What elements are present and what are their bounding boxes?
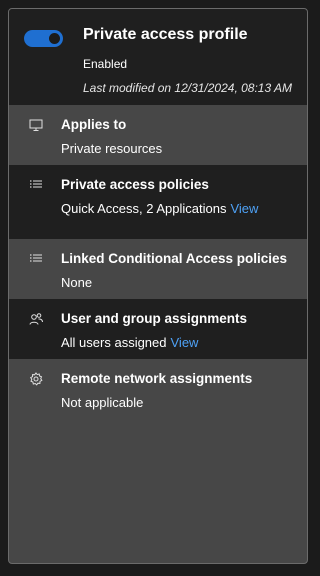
list-icon [28, 177, 44, 193]
users-icon [28, 311, 44, 327]
section-value: All users assigned [61, 335, 167, 350]
section-value: Private resources [61, 141, 163, 156]
gear-icon [28, 371, 44, 387]
section-value-line: Quick Access, 2 Applications View [61, 201, 258, 216]
private-access-profile-card: Private access profile Enabled Last modi… [8, 8, 308, 564]
section-value: Quick Access, 2 Applications [61, 201, 227, 216]
view-policies-link[interactable]: View [230, 201, 258, 216]
section-remote-network-assignments: Remote network assignments Not applicabl… [9, 359, 307, 419]
profile-status: Enabled [83, 57, 128, 71]
list-icon [28, 251, 44, 267]
section-label: Linked Conditional Access policies [61, 251, 288, 266]
section-value: None [61, 275, 93, 290]
section-label: Remote network assignments [61, 371, 253, 386]
profile-title: Private access profile [83, 26, 248, 43]
section-value-line: All users assigned View [61, 335, 198, 350]
profile-enabled-toggle[interactable] [24, 30, 63, 47]
section-label: Applies to [61, 117, 127, 132]
last-modified-text: Last modified on 12/31/2024, 08:13 AM [83, 81, 293, 95]
toggle-knob [49, 33, 60, 44]
section-applies-to: Applies to Private resources [9, 105, 307, 165]
view-assignments-link[interactable]: View [171, 335, 199, 350]
profile-header: Private access profile Enabled Last modi… [9, 9, 307, 105]
section-private-access-policies: Private access policies Quick Access, 2 … [9, 165, 307, 239]
monitor-icon [28, 117, 44, 133]
section-label: Private access policies [61, 177, 209, 192]
section-value: Not applicable [61, 395, 144, 410]
section-linked-conditional-access: Linked Conditional Access policies None [9, 239, 307, 299]
section-label: User and group assignments [61, 311, 248, 326]
section-user-group-assignments: User and group assignments All users ass… [9, 299, 307, 359]
